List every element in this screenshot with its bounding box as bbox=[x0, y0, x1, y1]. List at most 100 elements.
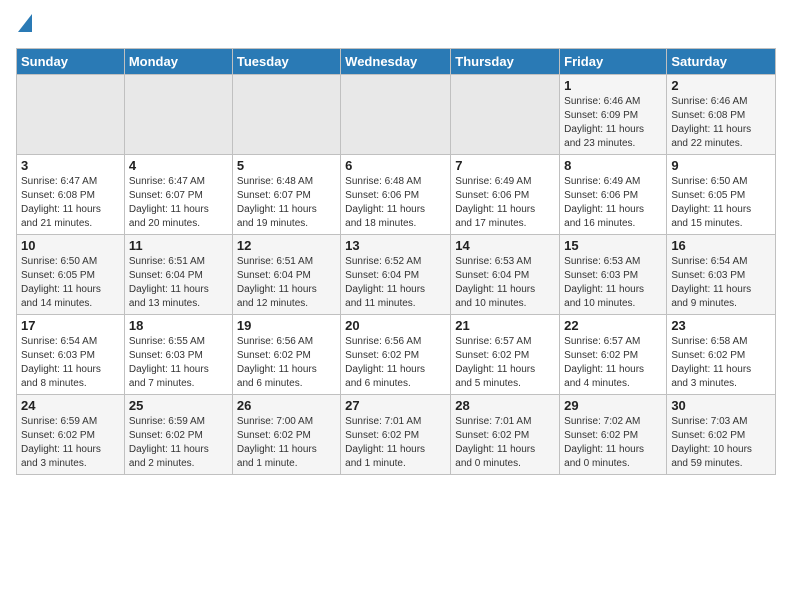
day-number: 22 bbox=[564, 318, 662, 333]
day-info: Sunrise: 6:46 AM Sunset: 6:09 PM Dayligh… bbox=[564, 95, 662, 151]
calendar-cell: 27 Sunrise: 7:01 AM Sunset: 6:02 PM Dayli… bbox=[341, 395, 451, 475]
calendar-cell: 1 Sunrise: 6:46 AM Sunset: 6:09 PM Daylig… bbox=[560, 75, 667, 155]
day-info: Sunrise: 6:58 AM Sunset: 6:02 PM Dayligh… bbox=[671, 335, 771, 391]
day-number: 9 bbox=[671, 158, 771, 173]
weekday-header-tuesday: Tuesday bbox=[232, 49, 340, 75]
day-info: Sunrise: 6:48 AM Sunset: 6:07 PM Dayligh… bbox=[237, 175, 336, 231]
calendar-cell: 24 Sunrise: 6:59 AM Sunset: 6:02 PM Dayli… bbox=[17, 395, 125, 475]
day-info: Sunrise: 7:03 AM Sunset: 6:02 PM Dayligh… bbox=[671, 415, 771, 471]
weekday-header-monday: Monday bbox=[124, 49, 232, 75]
day-number: 15 bbox=[564, 238, 662, 253]
weekday-header-wednesday: Wednesday bbox=[341, 49, 451, 75]
day-info: Sunrise: 6:49 AM Sunset: 6:06 PM Dayligh… bbox=[455, 175, 555, 231]
day-info: Sunrise: 6:59 AM Sunset: 6:02 PM Dayligh… bbox=[129, 415, 228, 471]
day-number: 26 bbox=[237, 398, 336, 413]
day-info: Sunrise: 6:52 AM Sunset: 6:04 PM Dayligh… bbox=[345, 255, 446, 311]
day-number: 11 bbox=[129, 238, 228, 253]
day-info: Sunrise: 6:50 AM Sunset: 6:05 PM Dayligh… bbox=[671, 175, 771, 231]
day-number: 3 bbox=[21, 158, 120, 173]
day-info: Sunrise: 6:51 AM Sunset: 6:04 PM Dayligh… bbox=[129, 255, 228, 311]
calendar-cell: 4 Sunrise: 6:47 AM Sunset: 6:07 PM Daylig… bbox=[124, 155, 232, 235]
calendar-cell: 22 Sunrise: 6:57 AM Sunset: 6:02 PM Dayli… bbox=[560, 315, 667, 395]
day-number: 30 bbox=[671, 398, 771, 413]
day-number: 4 bbox=[129, 158, 228, 173]
calendar-cell bbox=[232, 75, 340, 155]
calendar-cell: 13 Sunrise: 6:52 AM Sunset: 6:04 PM Dayli… bbox=[341, 235, 451, 315]
day-number: 8 bbox=[564, 158, 662, 173]
week-row-1: 1 Sunrise: 6:46 AM Sunset: 6:09 PM Daylig… bbox=[17, 75, 776, 155]
day-info: Sunrise: 6:50 AM Sunset: 6:05 PM Dayligh… bbox=[21, 255, 120, 311]
calendar-cell: 10 Sunrise: 6:50 AM Sunset: 6:05 PM Dayli… bbox=[17, 235, 125, 315]
day-number: 27 bbox=[345, 398, 446, 413]
day-number: 28 bbox=[455, 398, 555, 413]
calendar-cell: 8 Sunrise: 6:49 AM Sunset: 6:06 PM Daylig… bbox=[560, 155, 667, 235]
calendar-cell: 29 Sunrise: 7:02 AM Sunset: 6:02 PM Dayli… bbox=[560, 395, 667, 475]
calendar-cell: 14Sunrise: 6:53 AM Sunset: 6:04 PM Dayli… bbox=[451, 235, 560, 315]
logo bbox=[16, 10, 32, 40]
page-header bbox=[16, 10, 776, 40]
calendar-cell: 30 Sunrise: 7:03 AM Sunset: 6:02 PM Dayli… bbox=[667, 395, 776, 475]
day-info: Sunrise: 7:02 AM Sunset: 6:02 PM Dayligh… bbox=[564, 415, 662, 471]
day-number: 6 bbox=[345, 158, 446, 173]
calendar-cell bbox=[341, 75, 451, 155]
day-info: Sunrise: 6:47 AM Sunset: 6:07 PM Dayligh… bbox=[129, 175, 228, 231]
day-info: Sunrise: 6:56 AM Sunset: 6:02 PM Dayligh… bbox=[237, 335, 336, 391]
calendar-table: SundayMondayTuesdayWednesdayThursdayFrid… bbox=[16, 48, 776, 475]
day-number: 21 bbox=[455, 318, 555, 333]
day-info: Sunrise: 6:59 AM Sunset: 6:02 PM Dayligh… bbox=[21, 415, 120, 471]
day-number: 29 bbox=[564, 398, 662, 413]
day-info: Sunrise: 6:54 AM Sunset: 6:03 PM Dayligh… bbox=[671, 255, 771, 311]
day-number: 25 bbox=[129, 398, 228, 413]
day-number: 10 bbox=[21, 238, 120, 253]
day-number: 18 bbox=[129, 318, 228, 333]
calendar-cell: 19Sunrise: 6:56 AM Sunset: 6:02 PM Dayli… bbox=[232, 315, 340, 395]
day-info: Sunrise: 6:51 AM Sunset: 6:04 PM Dayligh… bbox=[237, 255, 336, 311]
week-row-2: 3 Sunrise: 6:47 AM Sunset: 6:08 PM Daylig… bbox=[17, 155, 776, 235]
day-info: Sunrise: 6:46 AM Sunset: 6:08 PM Dayligh… bbox=[671, 95, 771, 151]
day-info: Sunrise: 6:48 AM Sunset: 6:06 PM Dayligh… bbox=[345, 175, 446, 231]
day-info: Sunrise: 6:53 AM Sunset: 6:04 PM Dayligh… bbox=[455, 255, 555, 311]
day-number: 24 bbox=[21, 398, 120, 413]
calendar-cell: 23 Sunrise: 6:58 AM Sunset: 6:02 PM Dayli… bbox=[667, 315, 776, 395]
day-number: 1 bbox=[564, 78, 662, 93]
day-number: 20 bbox=[345, 318, 446, 333]
day-number: 5 bbox=[237, 158, 336, 173]
week-row-5: 24 Sunrise: 6:59 AM Sunset: 6:02 PM Dayli… bbox=[17, 395, 776, 475]
calendar-cell: 9 Sunrise: 6:50 AM Sunset: 6:05 PM Daylig… bbox=[667, 155, 776, 235]
calendar-cell: 17Sunrise: 6:54 AM Sunset: 6:03 PM Dayli… bbox=[17, 315, 125, 395]
day-info: Sunrise: 7:01 AM Sunset: 6:02 PM Dayligh… bbox=[345, 415, 446, 471]
day-info: Sunrise: 6:57 AM Sunset: 6:02 PM Dayligh… bbox=[455, 335, 555, 391]
day-number: 12 bbox=[237, 238, 336, 253]
weekday-header-row: SundayMondayTuesdayWednesdayThursdayFrid… bbox=[17, 49, 776, 75]
day-info: Sunrise: 7:01 AM Sunset: 6:02 PM Dayligh… bbox=[455, 415, 555, 471]
calendar-cell: 15 Sunrise: 6:53 AM Sunset: 6:03 PM Dayli… bbox=[560, 235, 667, 315]
calendar-cell bbox=[451, 75, 560, 155]
day-info: Sunrise: 6:56 AM Sunset: 6:02 PM Dayligh… bbox=[345, 335, 446, 391]
day-info: Sunrise: 6:53 AM Sunset: 6:03 PM Dayligh… bbox=[564, 255, 662, 311]
calendar-cell: 26Sunrise: 7:00 AM Sunset: 6:02 PM Dayli… bbox=[232, 395, 340, 475]
calendar-cell: 7 Sunrise: 6:49 AM Sunset: 6:06 PM Daylig… bbox=[451, 155, 560, 235]
day-number: 13 bbox=[345, 238, 446, 253]
day-info: Sunrise: 6:47 AM Sunset: 6:08 PM Dayligh… bbox=[21, 175, 120, 231]
day-info: Sunrise: 6:57 AM Sunset: 6:02 PM Dayligh… bbox=[564, 335, 662, 391]
calendar-cell bbox=[17, 75, 125, 155]
calendar-cell: 11 Sunrise: 6:51 AM Sunset: 6:04 PM Dayli… bbox=[124, 235, 232, 315]
calendar-cell bbox=[124, 75, 232, 155]
day-info: Sunrise: 6:55 AM Sunset: 6:03 PM Dayligh… bbox=[129, 335, 228, 391]
day-info: Sunrise: 6:49 AM Sunset: 6:06 PM Dayligh… bbox=[564, 175, 662, 231]
calendar-cell: 5 Sunrise: 6:48 AM Sunset: 6:07 PM Daylig… bbox=[232, 155, 340, 235]
calendar-cell: 25 Sunrise: 6:59 AM Sunset: 6:02 PM Dayli… bbox=[124, 395, 232, 475]
calendar-cell: 16 Sunrise: 6:54 AM Sunset: 6:03 PM Dayli… bbox=[667, 235, 776, 315]
calendar-cell: 3 Sunrise: 6:47 AM Sunset: 6:08 PM Daylig… bbox=[17, 155, 125, 235]
day-number: 16 bbox=[671, 238, 771, 253]
calendar-cell: 12 Sunrise: 6:51 AM Sunset: 6:04 PM Dayli… bbox=[232, 235, 340, 315]
day-number: 7 bbox=[455, 158, 555, 173]
calendar-cell: 2 Sunrise: 6:46 AM Sunset: 6:08 PM Daylig… bbox=[667, 75, 776, 155]
weekday-header-thursday: Thursday bbox=[451, 49, 560, 75]
weekday-header-saturday: Saturday bbox=[667, 49, 776, 75]
day-number: 2 bbox=[671, 78, 771, 93]
calendar-cell: 6 Sunrise: 6:48 AM Sunset: 6:06 PM Daylig… bbox=[341, 155, 451, 235]
calendar-cell: 21 Sunrise: 6:57 AM Sunset: 6:02 PM Dayli… bbox=[451, 315, 560, 395]
weekday-header-sunday: Sunday bbox=[17, 49, 125, 75]
day-number: 23 bbox=[671, 318, 771, 333]
